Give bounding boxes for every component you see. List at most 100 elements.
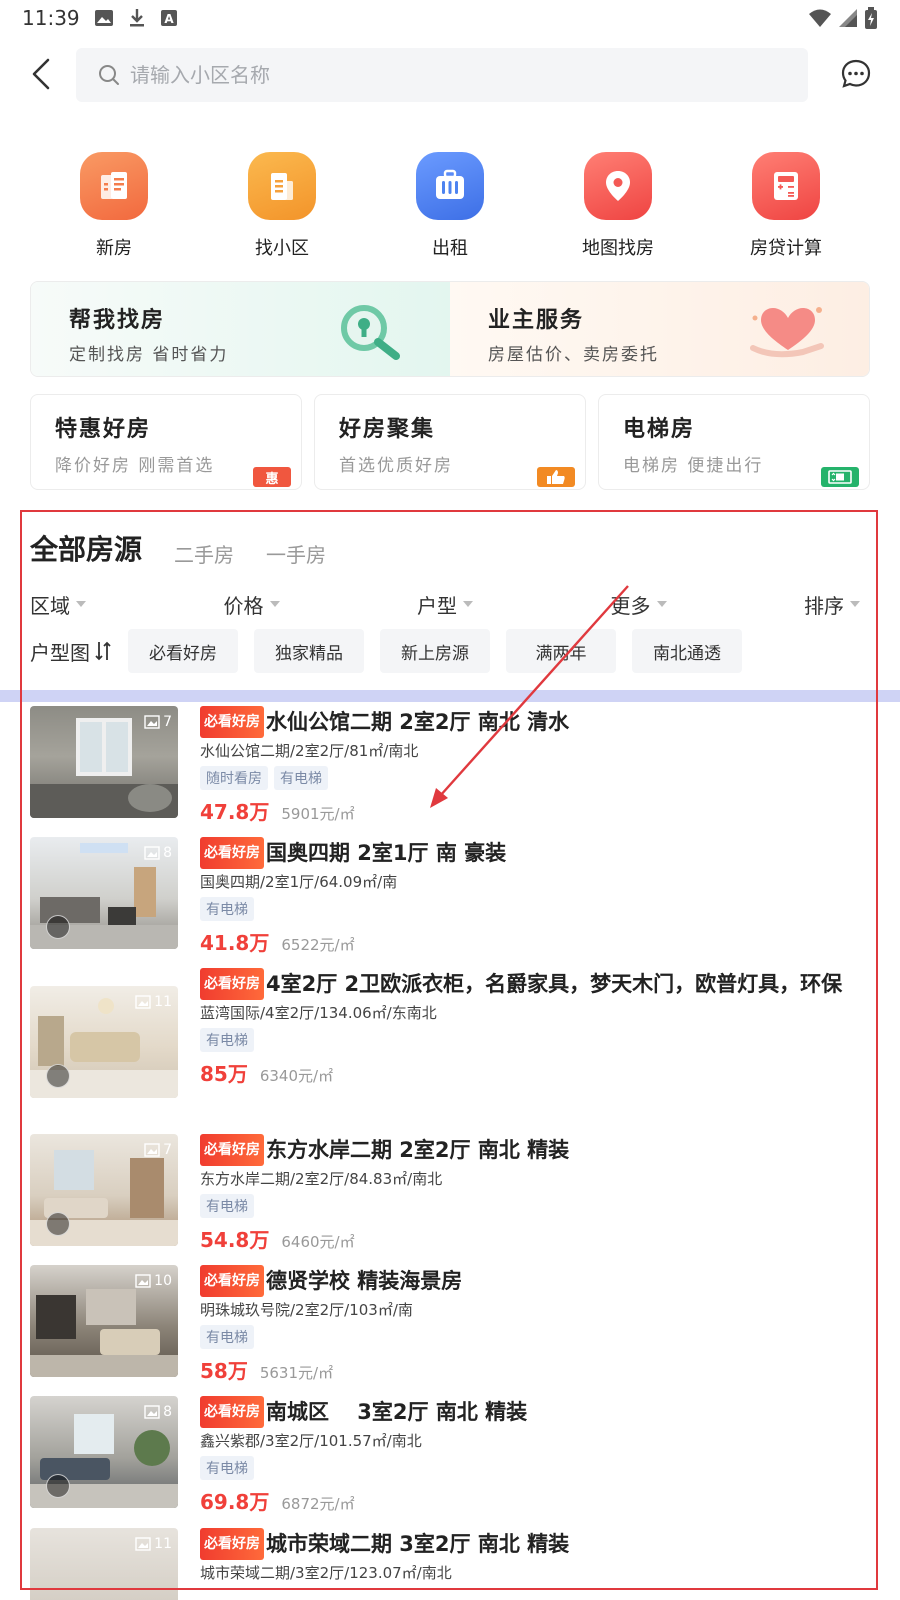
total-price: 41.8万 — [200, 931, 270, 955]
listing-summary: 国奥四期/2室1厅/64.09㎡/南 — [200, 873, 398, 891]
back-arrow-icon[interactable] — [24, 56, 60, 92]
nav-rent[interactable]: 出租 — [366, 152, 534, 262]
unit-price: 6340元/㎡ — [259, 1067, 334, 1085]
listing-photo: 11 — [30, 986, 178, 1098]
filter-area[interactable]: 区域 — [30, 590, 86, 618]
vr-tour-icon — [46, 1212, 70, 1236]
feature-card-elevator[interactable]: 电梯房 电梯房 便捷出行 — [598, 394, 870, 490]
total-price: 85万 — [200, 1062, 248, 1086]
price-line: 58万 5631元/㎡ — [200, 1355, 870, 1384]
listing-title-text: 东方水岸二期 2室2厅 南北 精装 — [266, 1138, 570, 1162]
photo-count: 11 — [135, 1536, 172, 1552]
listing-info: 必看好房 国奥四期 2室1厅 南 豪装 国奥四期/2室1厅/64.09㎡/南 有电… — [200, 837, 870, 956]
filter-label: 区域 — [30, 593, 70, 618]
search-icon — [99, 65, 119, 85]
photo-count: 7 — [144, 714, 172, 730]
help-find-house-banner[interactable]: 帮我找房 定制找房 省时省力 — [31, 282, 450, 376]
chip-must-see[interactable]: 必看好房 — [128, 629, 238, 673]
listing-title: 必看好房 东方水岸二期 2室2厅 南北 精装 — [200, 1134, 870, 1166]
photo-icon — [135, 995, 151, 1009]
quick-nav: 新房 找小区 出租 地图找房 房贷计算 — [0, 152, 900, 262]
listing-info: 必看好房 南城区 3室2厅 南北 精装 鑫兴紫郡/3室2厅/101.57㎡/南北 … — [200, 1396, 870, 1515]
chip-two-years[interactable]: 满两年 — [506, 629, 616, 673]
feature-card-title: 特惠好房 — [55, 417, 152, 442]
elevator-icon — [821, 467, 859, 487]
chip-exclusive[interactable]: 独家精品 — [254, 629, 364, 673]
photo-count: 11 — [135, 994, 172, 1010]
filter-layout[interactable]: 户型 — [417, 590, 473, 618]
listing-tags: 有电梯 — [200, 1028, 870, 1052]
tab-new[interactable]: 一手房 — [266, 539, 326, 568]
search-box[interactable] — [76, 48, 808, 102]
map-pin-icon — [584, 152, 652, 220]
listing-tags: 有电梯 — [200, 897, 870, 921]
unit-price: 5631元/㎡ — [259, 1364, 334, 1382]
filter-sort[interactable]: 排序 — [804, 590, 860, 618]
search-header — [0, 46, 900, 102]
tab-second-hand[interactable]: 二手房 — [174, 539, 234, 568]
listing-tags: 有电梯 — [200, 1194, 870, 1218]
nav-new-house[interactable]: 新房 — [30, 152, 198, 262]
tag: 有电梯 — [200, 1194, 254, 1218]
listing-summary: 蓝湾国际/4室2厅/134.06㎡/东南北 — [200, 1004, 437, 1022]
listing-photo: 7 — [30, 1134, 178, 1246]
feature-card-title: 好房聚集 — [339, 417, 436, 442]
photo-icon — [144, 1143, 160, 1157]
tab-all[interactable]: 全部房源 — [30, 528, 142, 568]
total-price: 58万 — [200, 1359, 248, 1383]
photo-count-value: 11 — [154, 994, 172, 1010]
must-see-badge: 必看好房 — [200, 1134, 264, 1166]
nav-label: 地图找房 — [582, 238, 654, 259]
feature-card-quality[interactable]: 好房聚集 首选优质好房 — [314, 394, 586, 490]
nav-find-community[interactable]: 找小区 — [198, 152, 366, 262]
photo-count: 7 — [144, 1142, 172, 1158]
photo-count-value: 11 — [154, 1536, 172, 1552]
filter-more[interactable]: 更多 — [611, 590, 667, 618]
photo-count-value: 7 — [163, 714, 172, 730]
listing-summary: 东方水岸二期/2室2厅/84.83㎡/南北 — [200, 1170, 443, 1188]
feature-card-discount[interactable]: 特惠好房 降价好房 刚需首选 惠 — [30, 394, 302, 490]
listing-info: 必看好房 东方水岸二期 2室2厅 南北 精装 东方水岸二期/2室2厅/84.83㎡… — [200, 1134, 870, 1253]
listing-photo: 10 — [30, 1265, 178, 1377]
photo-count: 10 — [135, 1273, 172, 1289]
svg-text:A: A — [164, 12, 174, 26]
filter-price[interactable]: 价格 — [224, 590, 280, 618]
signal-icon — [839, 9, 857, 27]
message-icon[interactable] — [840, 58, 872, 90]
nav-label: 找小区 — [255, 238, 309, 259]
total-price: 47.8万 — [200, 800, 270, 824]
search-input[interactable] — [130, 63, 730, 87]
listing-tags: 随时看房 有电梯 — [200, 766, 870, 790]
font-icon: A — [160, 10, 177, 26]
listing-title-text: 国奥四期 2室1厅 南 豪装 — [266, 841, 507, 865]
nav-loan-calculator[interactable]: 房贷计算 — [702, 152, 870, 262]
price-line: 85万 6340元/㎡ — [200, 1058, 870, 1087]
listing-title-text: 城市荣域二期 3室2厅 南北 精装 — [266, 1532, 570, 1556]
listing-title-text: 南城区 3室2厅 南北 精装 — [266, 1400, 528, 1424]
owner-service-banner[interactable]: 业主服务 房屋估价、卖房委托 — [450, 282, 869, 376]
image-notification-icon — [94, 10, 113, 26]
listing-photo: 11 — [30, 1528, 178, 1600]
photo-icon — [135, 1537, 151, 1551]
must-see-badge: 必看好房 — [200, 1528, 264, 1560]
listing-title: 必看好房 城市荣域二期 3室2厅 南北 精装 — [200, 1528, 870, 1560]
nav-map-search[interactable]: 地图找房 — [534, 152, 702, 262]
must-see-badge: 必看好房 — [200, 837, 264, 869]
service-banner: 帮我找房 定制找房 省时省力 业主服务 房屋估价、卖房委托 — [30, 281, 870, 377]
status-time: 11:39 — [22, 6, 80, 30]
status-bar: 11:39 A — [0, 0, 900, 36]
sort-arrows-icon — [95, 641, 111, 661]
filter-label: 排序 — [804, 593, 844, 618]
photo-icon — [144, 1405, 160, 1419]
nav-label: 新房 — [96, 238, 132, 259]
listing-tabs: 全部房源 二手房 一手房 — [30, 528, 358, 568]
chip-north-south[interactable]: 南北通透 — [632, 629, 742, 673]
must-see-badge: 必看好房 — [200, 1396, 264, 1428]
listing-photo: 8 — [30, 1396, 178, 1508]
floorplan-toggle[interactable]: 户型图 — [30, 637, 112, 666]
discount-badge: 惠 — [253, 467, 291, 487]
community-icon — [248, 152, 316, 220]
chip-new-listing[interactable]: 新上房源 — [380, 629, 490, 673]
calculator-icon — [752, 152, 820, 220]
feature-cards: 特惠好房 降价好房 刚需首选 惠 好房聚集 首选优质好房 电梯房 电梯房 便捷出… — [30, 394, 870, 490]
